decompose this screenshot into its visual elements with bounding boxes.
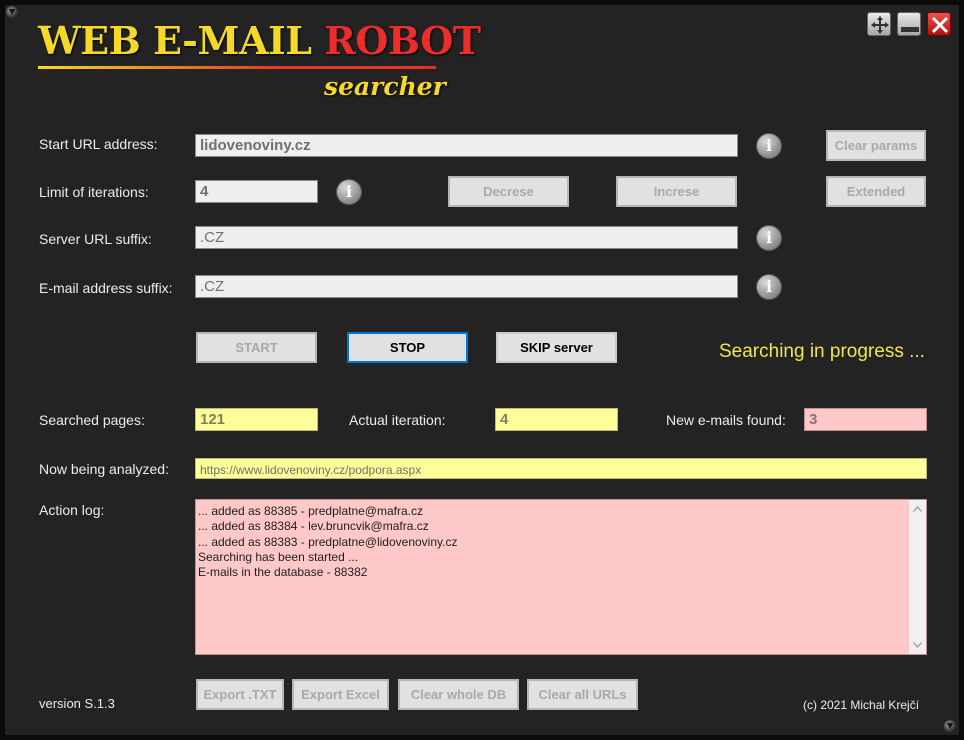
limit-label: Limit of iterations:	[39, 184, 149, 200]
start-button[interactable]: START	[196, 332, 317, 363]
log-line: ... added as 88383 - predplatne@lidoveno…	[198, 534, 458, 549]
server-suffix-info-icon[interactable]: i	[756, 225, 782, 251]
new-emails-label: New e-mails found:	[666, 412, 786, 428]
app-title: WEB E-MAIL ROBOT	[38, 18, 481, 64]
log-line: ... added as 88385 - predplatne@mafra.cz	[198, 504, 423, 518]
searched-pages-value: 121	[195, 408, 318, 431]
log-line: E-mails in the database - 88382	[198, 565, 368, 580]
server-suffix-input[interactable]: .CZ	[195, 226, 738, 249]
now-analyzed-value: https://www.lidovenoviny.cz/podpora.aspx	[195, 458, 927, 479]
move-icon	[871, 16, 889, 34]
start-url-input[interactable]: lidovenoviny.cz	[195, 134, 738, 157]
export-txt-button[interactable]: Export .TXT	[196, 679, 284, 710]
close-button[interactable]	[927, 12, 951, 36]
scroll-up-icon[interactable]	[913, 506, 922, 512]
limit-info-icon[interactable]: i	[336, 179, 362, 205]
close-icon	[931, 16, 949, 34]
move-button[interactable]	[867, 12, 891, 36]
copyright-text: (c) 2021 Michal Krejčí	[803, 698, 920, 712]
skip-server-button[interactable]: SKIP server	[496, 332, 617, 363]
bottom-right-corner-icon	[944, 720, 956, 732]
decrese-button[interactable]: Decrese	[448, 176, 569, 207]
log-line: ... added as 88384 - lev.bruncvik@mafra.…	[198, 519, 429, 534]
start-url-label: Start URL address:	[39, 136, 158, 152]
version-text: version S.1.3	[39, 696, 115, 711]
status-text: Searching in progress ...	[719, 341, 925, 362]
server-suffix-label: Server URL suffix:	[39, 231, 152, 247]
app-title-part1: WEB E-MAIL	[38, 18, 325, 63]
export-excel-button[interactable]: Export Excel	[292, 679, 389, 710]
top-left-corner-icon	[6, 6, 18, 18]
action-log-lines: ... added as 88385 - predplatne@mafra.cz…	[198, 504, 457, 580]
app-subtitle: searcher	[324, 72, 446, 101]
action-log[interactable]: ... added as 88385 - predplatne@mafra.cz…	[195, 499, 927, 655]
stop-button[interactable]: STOP	[347, 332, 468, 363]
now-analyzed-label: Now being analyzed:	[39, 461, 169, 477]
scroll-down-icon[interactable]	[913, 642, 922, 648]
log-line: Searching has been started ...	[198, 549, 359, 564]
clear-params-button[interactable]: Clear params	[826, 130, 926, 161]
limit-input[interactable]: 4	[195, 180, 318, 203]
minimize-icon	[901, 27, 919, 32]
clear-urls-button[interactable]: Clear all URLs	[527, 679, 638, 710]
increse-button[interactable]: Increse	[616, 176, 737, 207]
action-log-scrollbar[interactable]	[909, 500, 926, 654]
extended-button[interactable]: Extended	[826, 176, 926, 207]
new-emails-value: 3	[804, 408, 927, 431]
minimize-button[interactable]	[897, 12, 921, 36]
actual-iteration-value: 4	[495, 408, 618, 431]
email-suffix-label: E-mail address suffix:	[39, 280, 173, 296]
action-log-label: Action log:	[39, 502, 105, 518]
app-title-part2: ROBOT	[324, 18, 481, 63]
start-url-info-icon[interactable]: i	[756, 133, 782, 159]
actual-iteration-label: Actual iteration:	[349, 412, 446, 428]
email-suffix-input[interactable]: .CZ	[195, 275, 738, 298]
searched-pages-label: Searched pages:	[39, 412, 145, 428]
clear-db-button[interactable]: Clear whole DB	[398, 679, 519, 710]
email-suffix-info-icon[interactable]: i	[756, 274, 782, 300]
title-underline	[38, 66, 436, 69]
